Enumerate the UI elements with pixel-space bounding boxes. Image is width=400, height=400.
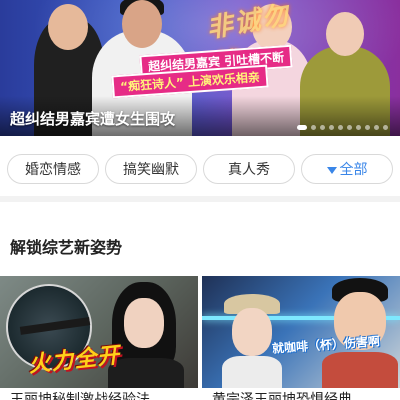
carousel-dot[interactable] [297, 125, 307, 130]
video-caption-2[interactable]: 黄宗泽王丽坤恐惧经典 [212, 391, 392, 400]
tag-label: 婚恋情感 [25, 162, 81, 178]
filter-icon [326, 166, 337, 174]
video-thumbnail-1[interactable]: 火力全开 [0, 276, 198, 388]
carousel-dot[interactable] [347, 125, 352, 130]
carousel-dot[interactable] [374, 125, 379, 130]
carousel-dot[interactable] [320, 125, 325, 130]
tag-romance[interactable]: 婚恋情感 [7, 154, 99, 184]
tag-label: 全部 [339, 162, 368, 178]
carousel-dot[interactable] [311, 125, 316, 130]
tag-label: 搞笑幽默 [123, 162, 179, 178]
hero-banner[interactable]: 非诚勿扰 超纠结男嘉宾 引吐槽不断 “痴狂诗人” 上演欢乐相亲 超纠结男嘉宾遭女… [0, 0, 400, 136]
actor-image [318, 276, 398, 388]
tag-all[interactable]: 全部 [301, 154, 393, 184]
carousel-indicator[interactable] [297, 125, 388, 130]
video-thumbnail-2[interactable]: 就咖啡（杯）伤害啊 [202, 276, 400, 388]
carousel-dot[interactable] [365, 125, 370, 130]
carousel-dot[interactable] [329, 125, 334, 130]
carousel-dot[interactable] [356, 125, 361, 130]
actress-image [100, 276, 190, 388]
tag-label: 真人秀 [228, 162, 270, 178]
carousel-dot[interactable] [338, 125, 343, 130]
section-title: 解锁综艺新姿势 [10, 238, 123, 257]
tag-comedy[interactable]: 搞笑幽默 [105, 154, 197, 184]
banner-title: 超纠结男嘉宾遭女生围攻 [10, 110, 176, 128]
tag-reality-show[interactable]: 真人秀 [203, 154, 295, 184]
video-caption-1[interactable]: 王丽坤秘制激战经验法 [10, 391, 190, 400]
carousel-dot[interactable] [383, 125, 388, 130]
category-tags: 婚恋情感 搞笑幽默 真人秀 全部 [0, 136, 400, 202]
